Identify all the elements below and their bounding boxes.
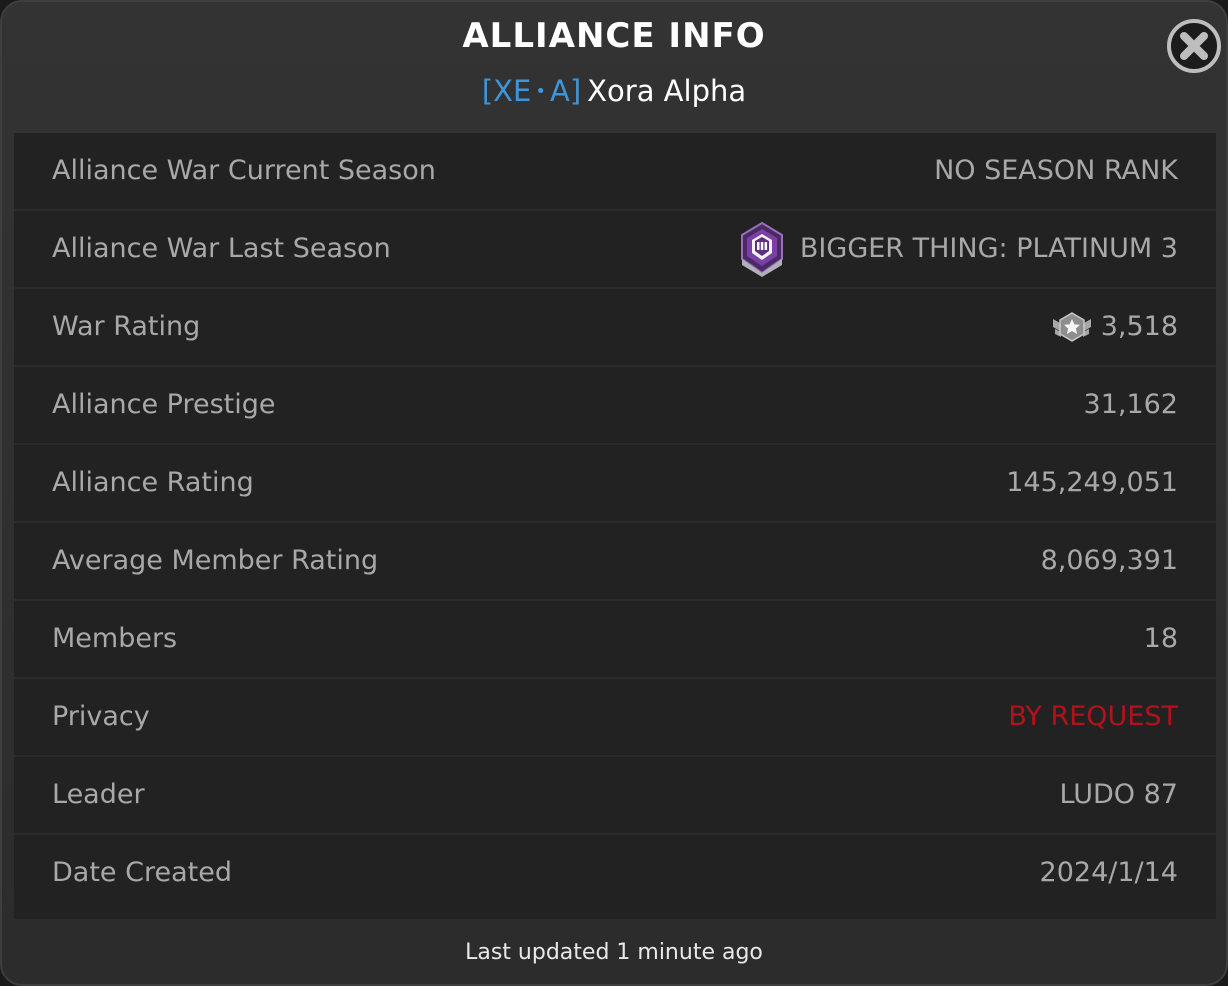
alliance-info-table: Alliance War Current Season NO SEASON RA…: [14, 133, 1216, 919]
row-value: 18: [1143, 623, 1178, 654]
row-label: Alliance Rating: [52, 467, 254, 498]
row-value: 145,249,051: [1006, 467, 1178, 498]
row-value: 8,069,391: [1040, 545, 1178, 576]
row-label: Date Created: [52, 857, 232, 888]
row-war-rating: War Rating 3,518: [14, 289, 1216, 367]
row-label: Members: [52, 623, 178, 654]
alliance-tag-close: A]: [550, 74, 582, 108]
row-privacy: Privacy BY REQUEST: [14, 679, 1216, 757]
alliance-tag-open: [XE: [481, 74, 532, 108]
row-label: Privacy: [52, 701, 150, 732]
row-value: NO SEASON RANK: [934, 155, 1178, 186]
row-average-member-rating: Average Member Rating 8,069,391: [14, 523, 1216, 601]
row-leader: Leader LUDO 87: [14, 757, 1216, 835]
row-value: 31,162: [1083, 389, 1178, 420]
alliance-tag-dot: •: [535, 81, 546, 102]
dialog-header: ALLIANCE INFO [XE • A] Xora Alpha: [2, 2, 1226, 130]
dialog-title: ALLIANCE INFO: [462, 16, 766, 56]
row-value: 2024/1/14: [1039, 857, 1178, 888]
row-label: Alliance Prestige: [52, 389, 276, 420]
platinum-3-rank-badge-icon: [738, 221, 786, 277]
alliance-name-line: [XE • A] Xora Alpha: [2, 74, 1226, 108]
alliance-name: Xora Alpha: [587, 74, 747, 108]
privacy-status-value: BY REQUEST: [1008, 701, 1178, 732]
close-button[interactable]: [1166, 18, 1222, 74]
row-alliance-rating: Alliance Rating 145,249,051: [14, 445, 1216, 523]
leader-name-value: LUDO 87: [1059, 779, 1178, 810]
row-label: Leader: [52, 779, 145, 810]
row-last-season: Alliance War Last Season BIGGER THING: P…: [14, 211, 1216, 289]
row-value: BIGGER THING: PLATINUM 3: [799, 233, 1178, 264]
row-value-container: BIGGER THING: PLATINUM 3: [738, 211, 1178, 287]
row-label: War Rating: [52, 311, 201, 342]
row-members: Members 18: [14, 601, 1216, 679]
close-icon: [1167, 19, 1221, 73]
row-date-created: Date Created 2024/1/14: [14, 835, 1216, 913]
alliance-info-dialog: ALLIANCE INFO [XE • A] Xora Alpha Alliance …: [0, 0, 1228, 986]
row-value: 3,518: [1100, 311, 1178, 342]
row-value-container: 3,518: [1051, 289, 1178, 365]
row-label: Average Member Rating: [52, 545, 379, 576]
row-label: Alliance War Current Season: [52, 155, 436, 186]
row-label: Alliance War Last Season: [52, 233, 391, 264]
last-updated-text: Last updated 1 minute ago: [465, 940, 763, 965]
row-alliance-prestige: Alliance Prestige 31,162: [14, 367, 1216, 445]
war-rating-emblem-icon: [1051, 311, 1093, 343]
row-current-season: Alliance War Current Season NO SEASON RA…: [14, 133, 1216, 211]
